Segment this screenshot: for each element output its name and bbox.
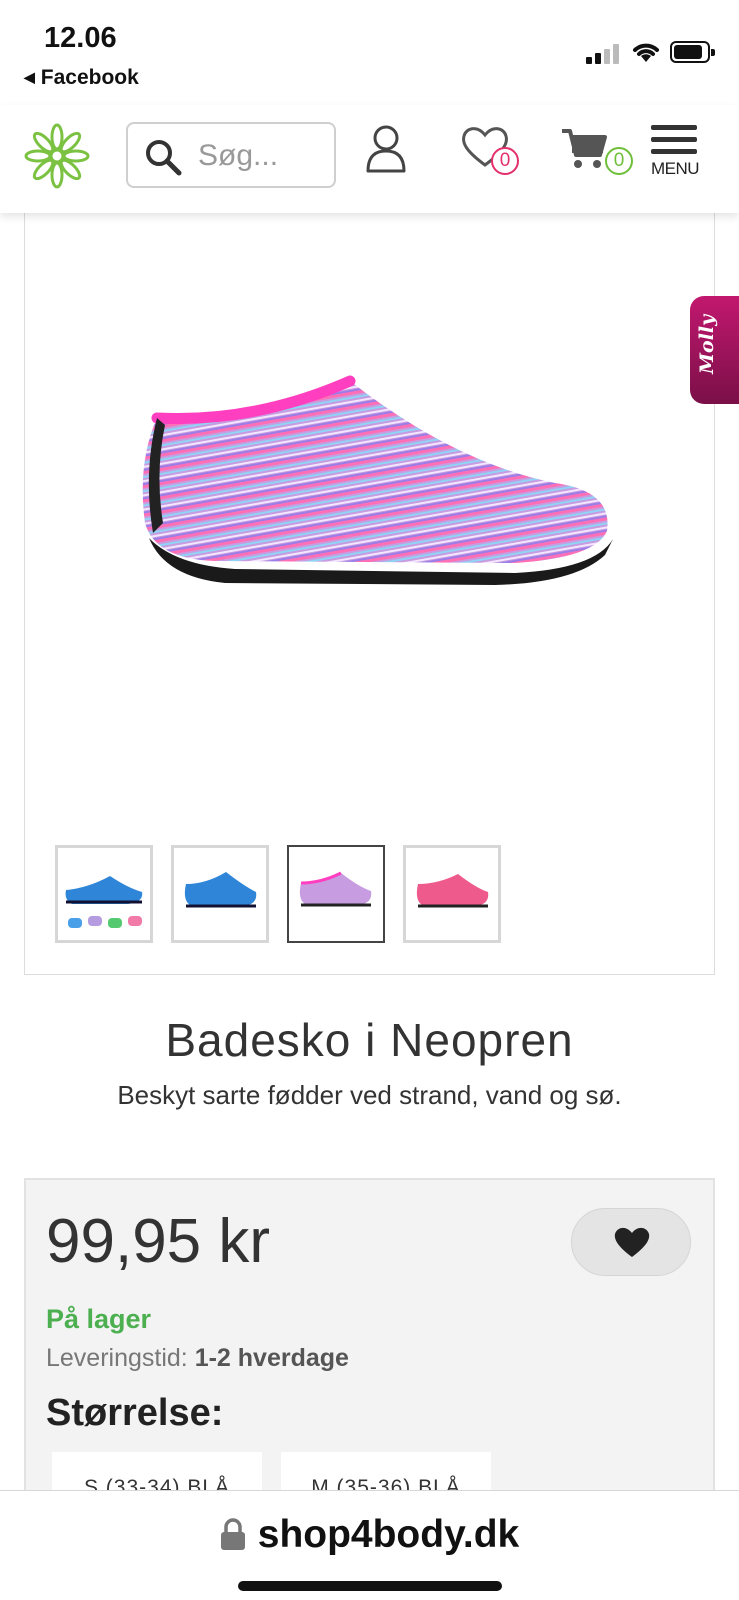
battery-icon <box>670 41 715 63</box>
wishlist-count-badge: 0 <box>491 147 519 175</box>
lock-icon <box>220 1518 245 1550</box>
search-input[interactable] <box>198 138 328 174</box>
menu-label: MENU <box>651 159 700 178</box>
product-title: Badesko i Neopren <box>165 1014 574 1066</box>
heart-icon <box>614 1227 650 1257</box>
cart-count-badge: 0 <box>605 147 633 175</box>
back-app-label: Facebook <box>40 66 139 89</box>
thumbnail-4[interactable] <box>403 845 501 943</box>
url-display[interactable]: shop4body.dk <box>0 1513 739 1557</box>
back-triangle-icon: ◀ <box>24 69 35 85</box>
wifi-icon <box>633 43 659 62</box>
thumbnail-3[interactable] <box>287 845 385 943</box>
size-heading: Størrelse: <box>46 1392 224 1434</box>
home-indicator[interactable] <box>238 1581 502 1591</box>
product-subtitle: Beskyt sarte fødder ved strand, vand og … <box>117 1080 622 1110</box>
browser-url-bar[interactable]: shop4body.dk <box>0 1490 739 1600</box>
thumbnail-1[interactable] <box>55 845 153 943</box>
status-bar: 12.06 ◀ Facebook <box>0 0 739 105</box>
url-domain: shop4body.dk <box>257 1513 520 1556</box>
back-to-app-link[interactable]: ◀ Facebook <box>24 66 139 90</box>
delivery-label: Leveringstid: <box>46 1344 188 1372</box>
add-to-favorites-button[interactable] <box>571 1208 691 1276</box>
menu-button[interactable]: MENU <box>651 125 701 179</box>
product-main-image[interactable] <box>135 373 635 593</box>
cart-icon[interactable] <box>560 127 608 171</box>
purchase-panel: 99,95 kr På lager Leveringstid: 1-2 hver… <box>24 1178 715 1522</box>
user-account-icon[interactable] <box>364 123 408 175</box>
delivery-time: Leveringstid: 1-2 hverdage <box>46 1344 349 1373</box>
molly-tab-label: Molly <box>696 314 718 374</box>
product-gallery <box>24 213 715 975</box>
product-price: 99,95 kr <box>46 1207 271 1276</box>
stock-status: På lager <box>46 1304 152 1334</box>
signal-icon <box>586 42 622 64</box>
clock: 12.06 <box>44 22 117 54</box>
flower-logo-icon[interactable] <box>24 123 90 189</box>
search-box[interactable] <box>126 122 336 188</box>
molly-side-tab[interactable]: Molly <box>690 296 739 404</box>
delivery-value: 1-2 hverdage <box>194 1344 349 1372</box>
search-icon <box>146 140 182 176</box>
thumbnail-2[interactable] <box>171 845 269 943</box>
